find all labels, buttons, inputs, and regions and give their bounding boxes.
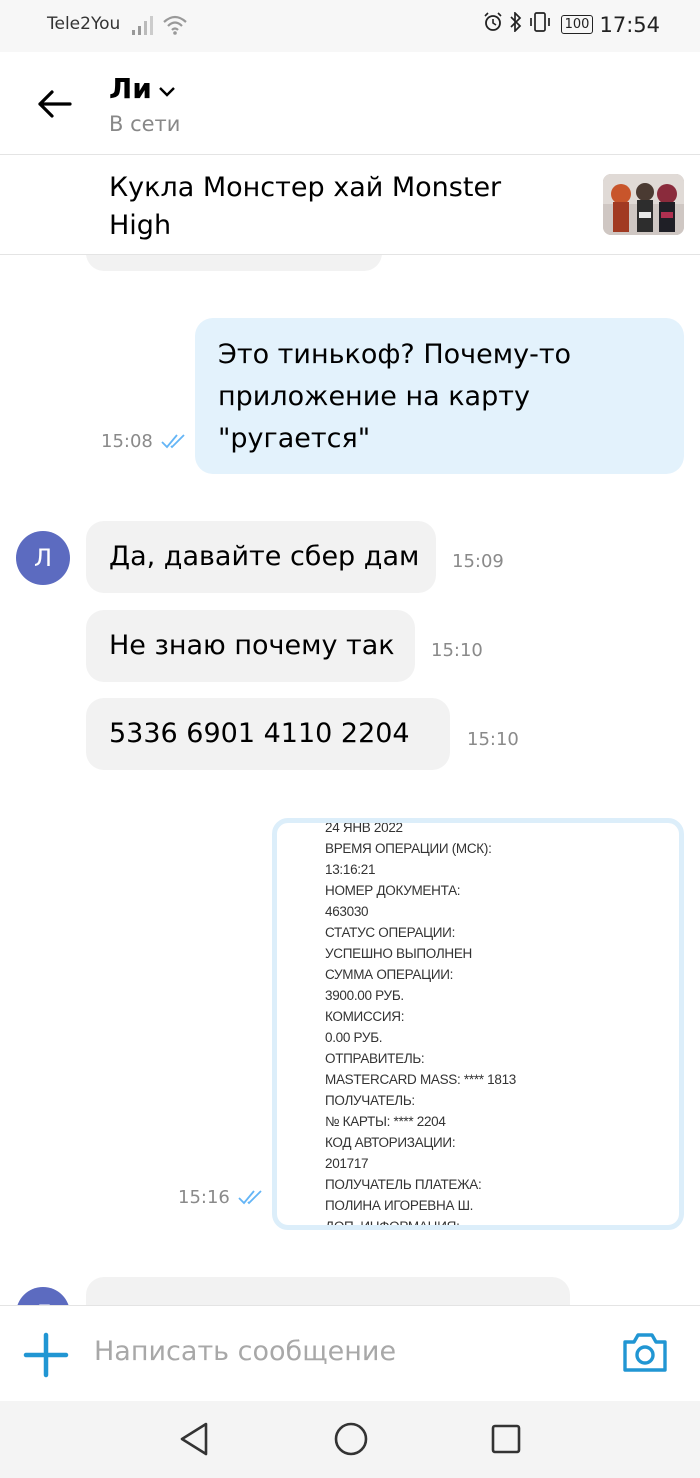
message-composer: Написать сообщение <box>0 1305 700 1401</box>
receipt-line: КОД АВТОРИЗАЦИИ: <box>325 1135 456 1150</box>
receipt-line: УСПЕШНО ВЫПОЛНЕН <box>325 946 472 961</box>
partial-message-bubble[interactable] <box>86 1277 570 1305</box>
receipt-line: ПОЛИНА ИГОРЕВНА Ш. <box>325 1198 474 1213</box>
receipt-line: 0.00 РУБ. <box>325 1030 383 1045</box>
receipt-line: ПОЛУЧАТЕЛЬ: <box>325 1093 415 1108</box>
message-feed[interactable]: 15:08 Это тинькоф? Почему-то приложение … <box>0 255 700 1305</box>
message-time: 15:10 <box>467 729 519 750</box>
message-time: 15:08 <box>101 431 153 452</box>
contact-status: В сети <box>109 112 181 136</box>
receipt-line: № КАРТЫ: **** 2204 <box>325 1114 446 1129</box>
receipt-line: ДОП. ИНФОРМАЦИЯ: <box>325 1219 460 1230</box>
avatar-letter: Л <box>33 544 53 572</box>
read-check-icon <box>160 433 188 453</box>
incoming-message[interactable]: Не знаю почему так <box>86 610 415 682</box>
read-check-icon <box>237 1189 265 1209</box>
receipt-line: 201717 <box>325 1156 369 1171</box>
system-nav-bar <box>0 1401 700 1478</box>
alarm-icon <box>483 12 503 37</box>
bluetooth-icon <box>509 10 523 37</box>
message-text: Это тинькоф? Почему-то приложение на кар… <box>218 339 572 454</box>
chevron-down-icon[interactable] <box>158 83 176 102</box>
chat-header: Ли В сети <box>0 52 700 155</box>
status-bar: Tele2You 100 17:54 <box>0 0 700 52</box>
message-time: 15:09 <box>452 551 504 572</box>
partial-message-bubble <box>86 255 382 271</box>
plus-icon[interactable] <box>22 1331 70 1383</box>
incoming-message[interactable]: Да, давайте сбер дам <box>86 521 436 593</box>
receipt-line: 13:16:21 <box>325 862 376 877</box>
receipt-line: ОТПРАВИТЕЛЬ: <box>325 1051 425 1066</box>
message-text: 5336 6901 4110 2204 <box>109 718 410 749</box>
receipt-line: ВРЕМЯ ОПЕРАЦИИ (МСК): <box>325 841 492 856</box>
receipt-line: НОМЕР ДОКУМЕНТА: <box>325 883 461 898</box>
wifi-icon <box>162 14 188 40</box>
receipt-line: ПОЛУЧАТЕЛЬ ПЛАТЕЖА: <box>325 1177 482 1192</box>
receipt-line: MASTERCARD MASS: **** 1813 <box>325 1072 517 1087</box>
receipt-line: СТАТУС ОПЕРАЦИИ: <box>325 925 456 940</box>
clock: 17:54 <box>599 12 660 37</box>
carrier-name: Tele2You <box>47 14 121 34</box>
contact-name[interactable]: Ли <box>109 72 152 105</box>
nav-recents-icon[interactable] <box>490 1421 522 1461</box>
receipt-line: СУММА ОПЕРАЦИИ: <box>325 967 454 982</box>
battery-icon: 100 <box>560 15 594 34</box>
message-time: 15:10 <box>431 640 483 661</box>
product-bar[interactable]: Кукла Монстер хай Monster High <box>0 155 700 255</box>
signal-icon <box>130 14 154 40</box>
receipt-line: 24 ЯНВ 2022 <box>325 820 403 835</box>
receipt-image[interactable]: 24 ЯНВ 2022 ВРЕМЯ ОПЕРАЦИИ (МСК): 13:16:21… <box>272 818 684 1230</box>
receipt-line: 3900.00 РУБ. <box>325 988 404 1003</box>
avatar[interactable]: Л <box>16 1287 70 1305</box>
back-arrow-icon[interactable] <box>36 89 72 123</box>
message-time: 15:16 <box>178 1187 230 1208</box>
nav-home-icon[interactable] <box>333 1421 369 1461</box>
product-thumbnail[interactable] <box>603 174 684 235</box>
outgoing-message[interactable]: Это тинькоф? Почему-то приложение на кар… <box>195 318 684 474</box>
receipt-line: КОМИССИЯ: <box>325 1009 405 1024</box>
message-text: Не знаю почему так <box>109 630 395 661</box>
vibrate-icon <box>529 12 551 37</box>
message-input[interactable]: Написать сообщение <box>94 1336 396 1367</box>
nav-back-icon[interactable] <box>178 1421 210 1461</box>
message-text: Да, давайте сбер дам <box>109 541 420 572</box>
avatar[interactable]: Л <box>16 531 70 585</box>
incoming-message[interactable]: 5336 6901 4110 2204 <box>86 698 450 770</box>
receipt-text: 24 ЯНВ 2022 ВРЕМЯ ОПЕРАЦИИ (МСК): 13:16:21… <box>325 820 517 1230</box>
product-title[interactable]: Кукла Монстер хай Monster High <box>109 169 549 245</box>
camera-icon[interactable] <box>621 1330 669 1378</box>
receipt-line: 463030 <box>325 904 369 919</box>
